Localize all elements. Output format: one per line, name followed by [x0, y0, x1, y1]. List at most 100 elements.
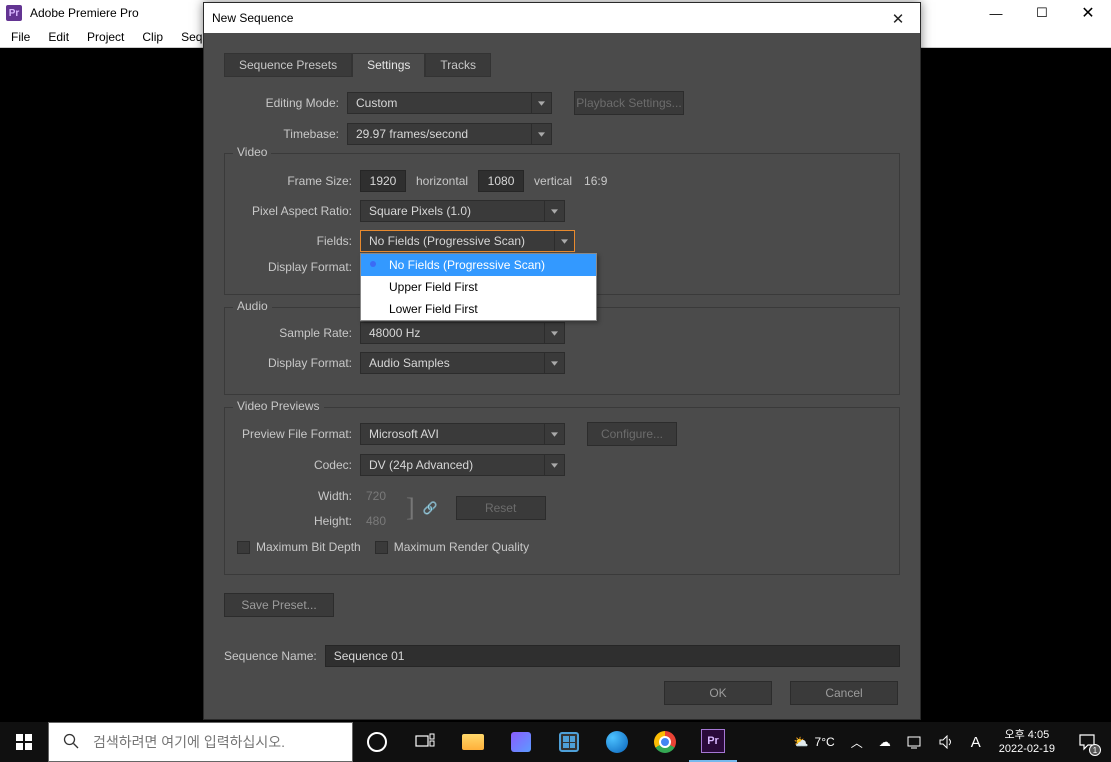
ok-button[interactable]: OK	[664, 681, 772, 705]
cortana-button[interactable]	[353, 722, 401, 762]
chevron-down-icon	[544, 455, 564, 475]
dialog-tabs: Sequence Presets Settings Tracks	[224, 53, 900, 77]
codec-combo[interactable]: DV (24p Advanced)	[360, 454, 565, 476]
app-button-1[interactable]	[497, 722, 545, 762]
menu-file[interactable]: File	[2, 28, 39, 46]
premiere-icon: Pr	[701, 729, 725, 753]
frame-size-label: Frame Size:	[237, 174, 352, 188]
tab-settings[interactable]: Settings	[352, 53, 425, 77]
weather-icon: ⛅	[794, 735, 809, 749]
chrome-button[interactable]	[641, 722, 689, 762]
max-render-quality-checkbox[interactable]	[375, 541, 388, 554]
chevron-down-icon	[531, 124, 551, 144]
fields-option-upper[interactable]: Upper Field First	[361, 276, 596, 298]
preview-file-format-label: Preview File Format:	[237, 427, 352, 441]
max-bit-depth-checkbox[interactable]	[237, 541, 250, 554]
max-render-quality-label: Maximum Render Quality	[394, 540, 529, 554]
cancel-button[interactable]: Cancel	[790, 681, 898, 705]
notification-badge: 1	[1089, 744, 1101, 756]
menu-project[interactable]: Project	[78, 28, 133, 46]
cortana-icon	[367, 732, 387, 752]
tab-sequence-presets[interactable]: Sequence Presets	[224, 53, 352, 77]
width-label: Width:	[237, 489, 352, 503]
minimize-button[interactable]: —	[973, 0, 1019, 26]
start-button[interactable]	[0, 722, 48, 762]
file-explorer-button[interactable]	[449, 722, 497, 762]
frame-width-input[interactable]: 1920	[360, 170, 406, 192]
codec-label: Codec:	[237, 458, 352, 472]
dialog-close-button[interactable]: ✕	[880, 7, 916, 31]
tray-onedrive[interactable]: ☁	[873, 722, 897, 762]
sample-rate-combo[interactable]: 48000 Hz	[360, 322, 565, 344]
sample-rate-label: Sample Rate:	[237, 326, 352, 340]
network-icon	[907, 735, 923, 749]
tray-volume[interactable]	[933, 722, 961, 762]
vertical-label: vertical	[534, 174, 572, 188]
app-icon	[511, 732, 531, 752]
ime-indicator[interactable]: A	[965, 722, 987, 762]
frame-height-input[interactable]: 1080	[478, 170, 524, 192]
task-view-icon	[415, 733, 435, 751]
chevron-down-icon	[544, 353, 564, 373]
video-group-title: Video	[233, 145, 271, 159]
reset-button: Reset	[456, 496, 546, 520]
taskbar-clock[interactable]: 오후 4:05 2022-02-19	[991, 728, 1063, 756]
task-view-button[interactable]	[401, 722, 449, 762]
taskbar-search[interactable]: 검색하려면 여기에 입력하십시오.	[48, 722, 353, 762]
video-previews-group-title: Video Previews	[233, 399, 324, 413]
sequence-name-label: Sequence Name:	[224, 649, 317, 663]
premiere-taskbar-button[interactable]: Pr	[689, 722, 737, 762]
chrome-icon	[654, 731, 676, 753]
action-center-button[interactable]: 1	[1067, 722, 1107, 762]
audio-group-title: Audio	[233, 299, 272, 313]
fields-option-no-fields[interactable]: No Fields (Progressive Scan)	[361, 254, 596, 276]
timebase-combo[interactable]: 29.97 frames/second	[347, 123, 552, 145]
chevron-up-icon: ︿	[851, 734, 863, 751]
search-icon	[63, 733, 79, 752]
tray-overflow-button[interactable]: ︿	[845, 722, 869, 762]
calculator-button[interactable]	[545, 722, 593, 762]
tray-network[interactable]	[901, 722, 929, 762]
chevron-down-icon	[531, 93, 551, 113]
preview-file-format-combo[interactable]: Microsoft AVI	[360, 423, 565, 445]
close-button[interactable]: ✕	[1065, 0, 1111, 26]
volume-icon	[939, 735, 955, 749]
pixel-aspect-label: Pixel Aspect Ratio:	[237, 204, 352, 218]
configure-button: Configure...	[587, 422, 677, 446]
fields-label: Fields:	[237, 234, 352, 248]
system-tray: ⛅ 7°C ︿ ☁ A 오후 4:05 2022-02-19 1	[788, 722, 1111, 762]
cloud-icon: ☁	[879, 735, 891, 749]
fields-dropdown: No Fields (Progressive Scan) Upper Field…	[360, 253, 597, 321]
maximize-button[interactable]: ☐	[1019, 0, 1065, 26]
weather-widget[interactable]: ⛅ 7°C	[788, 722, 841, 762]
save-preset-button[interactable]: Save Preset...	[224, 593, 334, 617]
chevron-down-icon	[554, 231, 574, 251]
dialog-title-bar[interactable]: New Sequence ✕	[204, 3, 920, 33]
max-bit-depth-label: Maximum Bit Depth	[256, 540, 361, 554]
preview-height-value: 480	[360, 510, 400, 532]
video-group: Video Frame Size: 1920 horizontal 1080 v…	[224, 153, 900, 295]
fields-option-lower[interactable]: Lower Field First	[361, 298, 596, 320]
chevron-down-icon	[544, 424, 564, 444]
menu-edit[interactable]: Edit	[39, 28, 78, 46]
menu-clip[interactable]: Clip	[133, 28, 172, 46]
sequence-name-input[interactable]: Sequence 01	[325, 645, 900, 667]
horizontal-label: horizontal	[416, 174, 468, 188]
new-sequence-dialog: New Sequence ✕ Sequence Presets Settings…	[203, 2, 921, 720]
tab-tracks[interactable]: Tracks	[425, 53, 491, 77]
edge-button[interactable]	[593, 722, 641, 762]
bullet-icon	[370, 261, 376, 267]
fields-combo[interactable]: No Fields (Progressive Scan)	[360, 230, 575, 252]
link-icon[interactable]: 🔗	[423, 501, 438, 515]
chevron-down-icon	[544, 323, 564, 343]
editing-mode-combo[interactable]: Custom	[347, 92, 552, 114]
pixel-aspect-combo[interactable]: Square Pixels (1.0)	[360, 200, 565, 222]
audio-display-format-combo[interactable]: Audio Samples	[360, 352, 565, 374]
bracket-icon: ]	[406, 500, 415, 516]
taskbar-pinned-apps: Pr	[353, 722, 737, 762]
editing-mode-label: Editing Mode:	[224, 96, 339, 110]
chevron-down-icon	[544, 201, 564, 221]
dialog-title: New Sequence	[212, 11, 293, 25]
video-display-format-label: Display Format:	[237, 260, 352, 274]
folder-icon	[462, 734, 484, 750]
